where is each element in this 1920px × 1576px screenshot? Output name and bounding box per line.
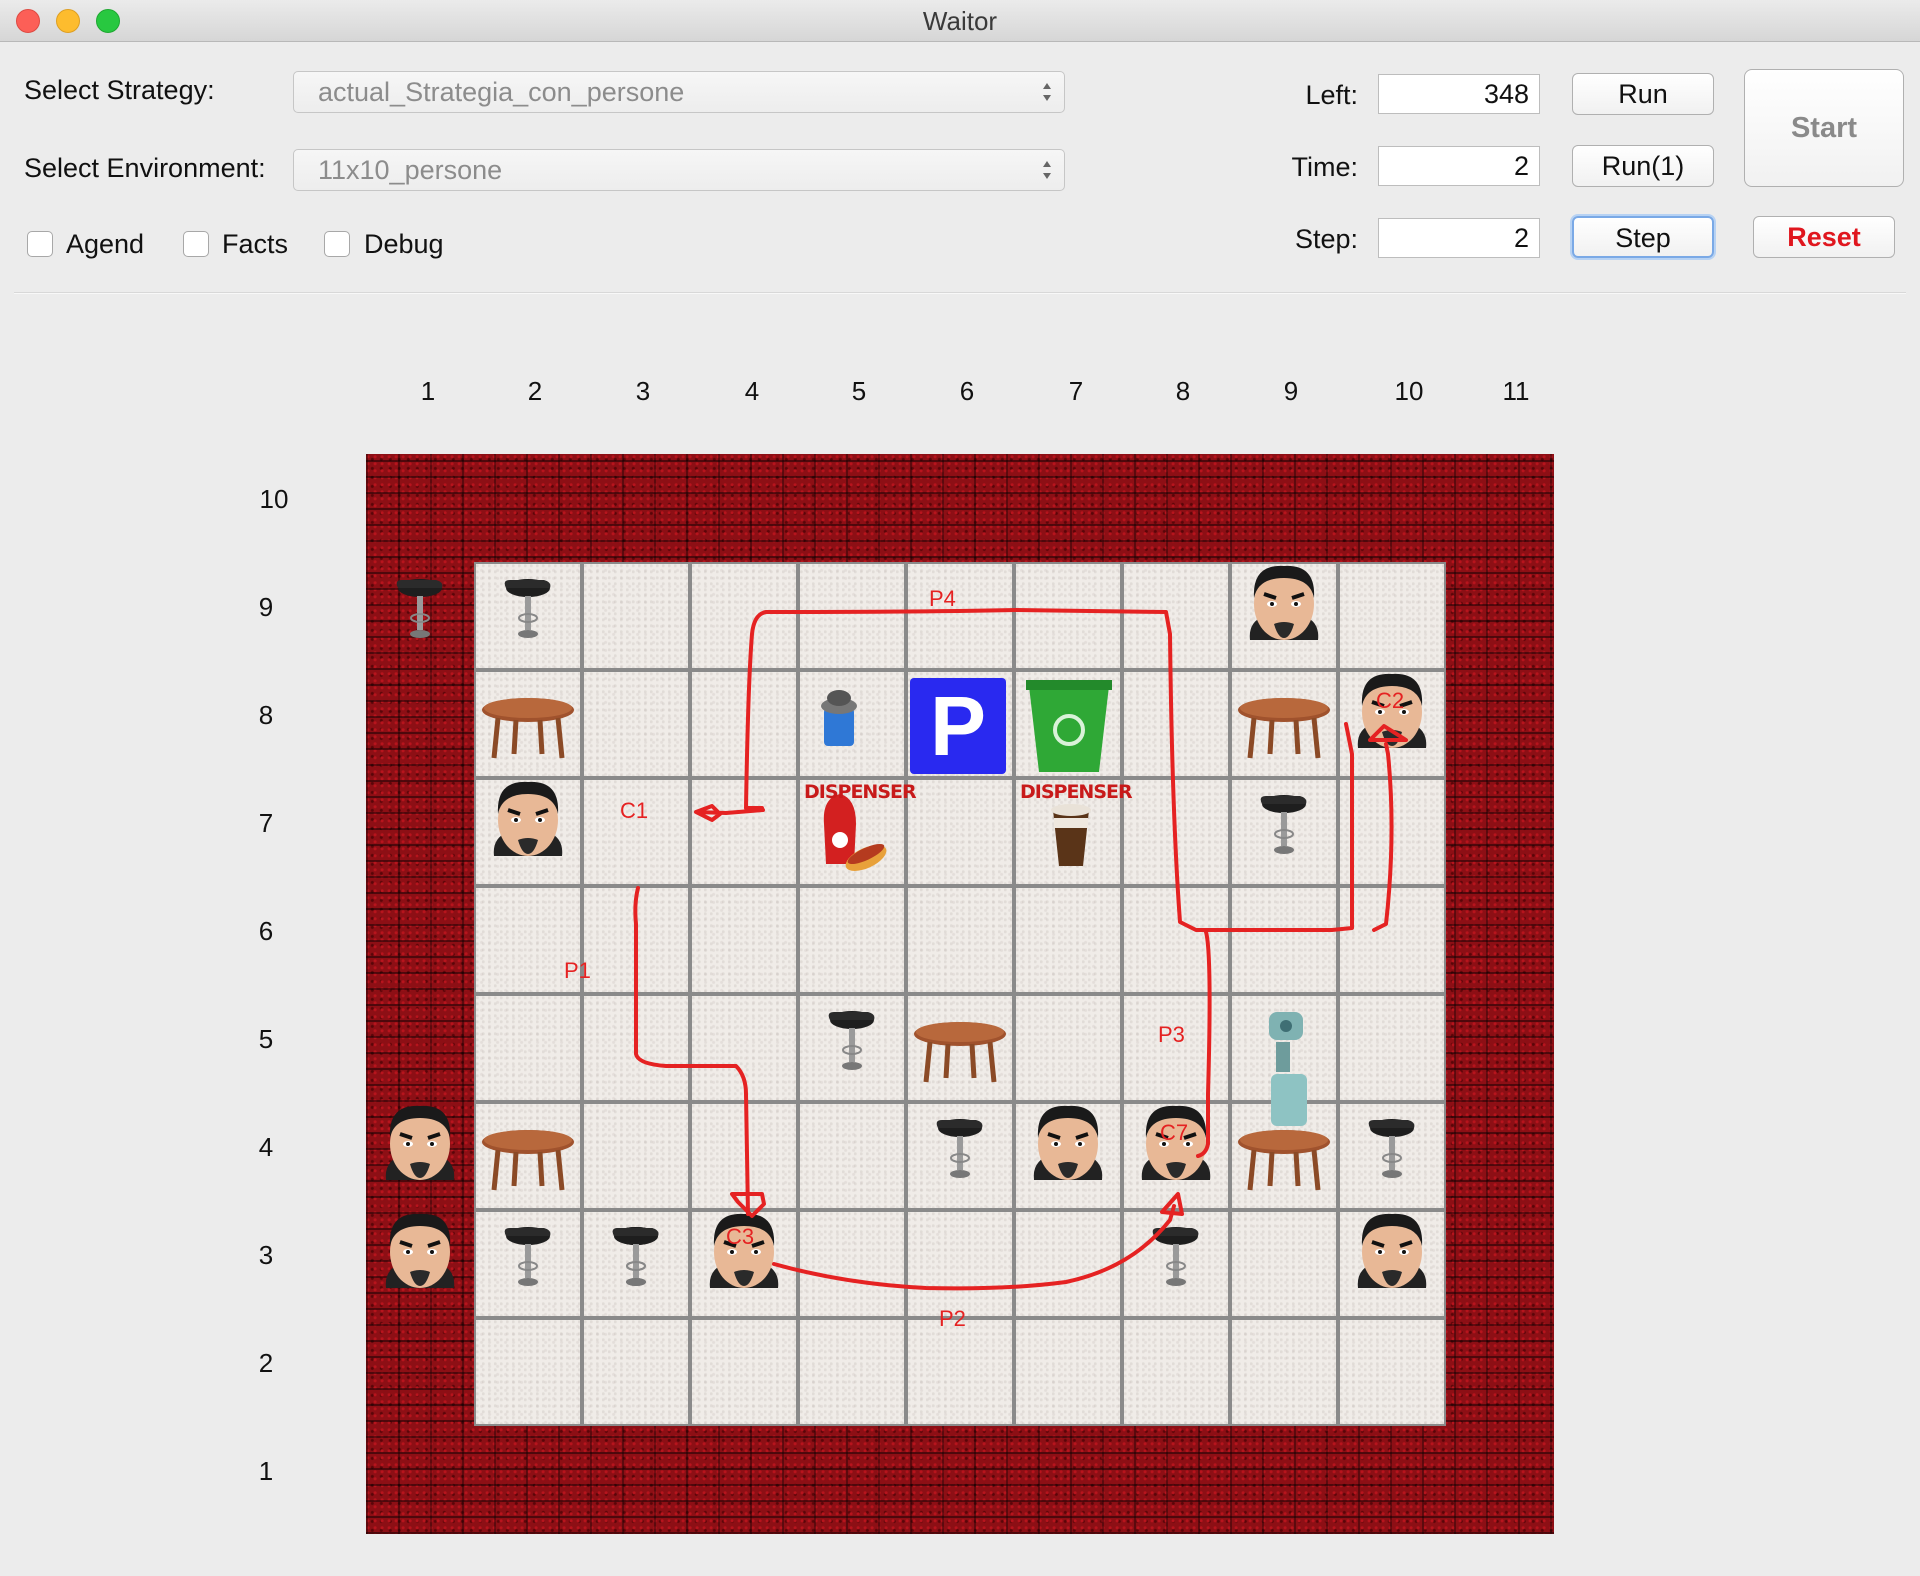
customer-c1-label: C1 [620, 798, 649, 823]
column-label: 3 [635, 376, 651, 406]
facts-checkbox-label: Facts [222, 229, 289, 259]
facts-checkbox[interactable] [183, 231, 209, 257]
time-field[interactable]: 2 [1378, 146, 1540, 186]
path-p1-label: P1 [564, 958, 591, 983]
path-p3-line [1196, 930, 1212, 1158]
separator [14, 292, 1906, 294]
run-one-button[interactable]: Run(1) [1572, 145, 1714, 187]
customer-c3-label: C3 [726, 1224, 755, 1249]
row-label: 10 [259, 484, 289, 514]
column-label: 8 [1175, 376, 1191, 406]
row-label: 6 [258, 916, 274, 946]
column-label: 9 [1283, 376, 1299, 406]
column-label: 7 [1068, 376, 1084, 406]
environment-select-value: 11x10_persone [318, 155, 503, 185]
agend-checkbox-label: Agend [66, 229, 145, 259]
path-c2-arrow [1368, 724, 1408, 742]
step-field[interactable]: 2 [1378, 218, 1540, 258]
strategy-label: Select Strategy: [24, 75, 215, 105]
row-label: 9 [258, 592, 274, 622]
row-label: 3 [258, 1240, 274, 1270]
step-label: Step: [1294, 224, 1358, 254]
path-p2-label: P2 [939, 1306, 966, 1331]
row-label: 5 [258, 1024, 274, 1054]
select-arrows-icon [1043, 83, 1051, 101]
left-field[interactable]: 348 [1378, 74, 1540, 114]
path-p4-label: P4 [929, 586, 956, 611]
strategy-select-value: actual_Strategia_con_persone [318, 77, 685, 107]
column-label: 5 [851, 376, 867, 406]
select-arrows-icon [1043, 161, 1051, 179]
restaurant-grid: P DISPENSER DISPENSER C1 C2 C3 C7 P1 P2 [366, 454, 1554, 1534]
robot-path-overlay [633, 608, 1408, 1291]
row-label: 8 [258, 700, 274, 730]
debug-checkbox-label: Debug [364, 229, 444, 259]
customer-c2-label: C2 [1376, 688, 1405, 713]
path-p4-line [744, 608, 1354, 932]
run-button[interactable]: Run [1572, 73, 1714, 115]
path-p2-line [772, 1204, 1176, 1291]
path-p1-line [633, 886, 750, 1216]
step-button[interactable]: Step [1572, 216, 1714, 258]
debug-checkbox[interactable] [324, 231, 350, 257]
column-label: 10 [1394, 376, 1424, 406]
agend-checkbox[interactable] [27, 231, 53, 257]
row-label: 7 [258, 808, 274, 838]
left-label: Left: [1305, 80, 1358, 110]
path-p3-label: P3 [1158, 1022, 1185, 1047]
title-bar: Waitor [0, 0, 1920, 42]
environment-select[interactable]: 11x10_persone [293, 149, 1065, 191]
column-label: 2 [527, 376, 543, 406]
customer-c7-label: C7 [1160, 1120, 1189, 1145]
time-label: Time: [1291, 152, 1359, 182]
column-label: 4 [744, 376, 760, 406]
waitor-window: Waitor Select Strategy: actual_Strategia… [0, 0, 1920, 1576]
column-label: 1 [420, 376, 436, 406]
row-label: 4 [258, 1132, 274, 1162]
strategy-select[interactable]: actual_Strategia_con_persone [293, 71, 1065, 113]
row-label: 1 [258, 1456, 274, 1486]
start-button[interactable]: Start [1744, 69, 1904, 187]
environment-label: Select Environment: [24, 153, 266, 183]
column-label: 6 [959, 376, 975, 406]
reset-button[interactable]: Reset [1753, 216, 1895, 258]
path-c7-arrow [1160, 1192, 1184, 1216]
column-label: 11 [1502, 376, 1530, 406]
window-title: Waitor [922, 6, 998, 36]
path-c2-line [1372, 742, 1394, 932]
row-label: 2 [258, 1348, 274, 1378]
